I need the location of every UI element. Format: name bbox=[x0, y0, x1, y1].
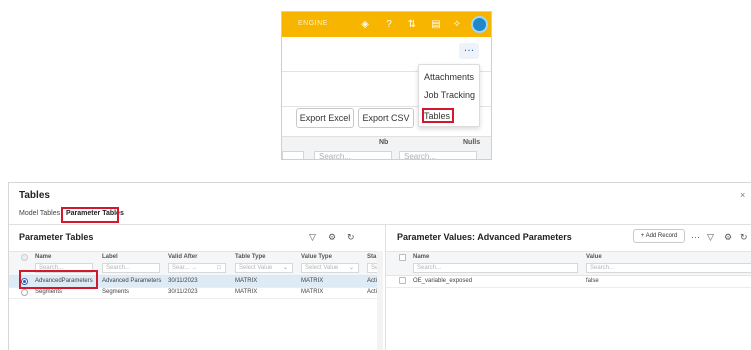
more-options-menu: Attachments Job Tracking Tables bbox=[418, 64, 480, 127]
row-radio[interactable] bbox=[21, 289, 28, 296]
menu-item-attachments[interactable]: Attachments bbox=[424, 72, 474, 82]
gear-icon[interactable]: ⚙ bbox=[724, 232, 732, 243]
search-input[interactable] bbox=[282, 151, 304, 159]
top-toolbar: ENGINE ◈ ? ⇅ ▤ ✧ bbox=[282, 12, 491, 37]
table-cell: Segments bbox=[35, 289, 63, 295]
table-cell: MATRIX bbox=[301, 278, 324, 284]
refresh-icon[interactable]: ↻ bbox=[347, 232, 355, 243]
table-cell: Segments bbox=[102, 289, 130, 295]
divider bbox=[386, 287, 751, 288]
tab-model-tables[interactable]: Model Tables bbox=[19, 210, 60, 217]
value-search-input[interactable]: Search... bbox=[586, 263, 751, 273]
table-cell: Acti bbox=[367, 289, 378, 295]
refresh-icon[interactable]: ↻ bbox=[740, 232, 748, 243]
more-options-button[interactable]: ··· bbox=[691, 232, 700, 242]
table-cell: false bbox=[586, 278, 599, 284]
tables-dialog: Tables × Model Tables Parameter Tables P… bbox=[8, 182, 751, 350]
highlight-box bbox=[422, 108, 454, 123]
valid-after-date-input[interactable]: Sear... → □ bbox=[168, 263, 226, 273]
column-header-label[interactable]: Label bbox=[102, 254, 118, 260]
filter-icon[interactable]: ▽ bbox=[309, 232, 316, 243]
help-icon[interactable]: ? bbox=[382, 18, 396, 32]
app-window-crop: ENGINE ◈ ? ⇅ ▤ ✧ … Export Excel Export C… bbox=[281, 11, 492, 160]
table-cell: MATRIX bbox=[235, 278, 258, 284]
panel-title-parameter-values: Parameter Values: Advanced Parameters bbox=[397, 232, 572, 242]
column-header-name[interactable]: Name bbox=[413, 254, 429, 260]
column-header-valid-after[interactable]: Valid After bbox=[168, 254, 197, 260]
gear-icon[interactable]: ⚙ bbox=[328, 232, 336, 243]
value-type-select[interactable]: Select Value ⌄ bbox=[301, 263, 359, 273]
sliders-icon[interactable]: ⇅ bbox=[405, 18, 419, 32]
table-cell: 30/11/2023 bbox=[168, 278, 198, 284]
avatar[interactable] bbox=[471, 16, 488, 33]
table-cell: 30/11/2023 bbox=[168, 289, 198, 295]
menu-item-job-tracking[interactable]: Job Tracking bbox=[424, 90, 475, 100]
scrollbar[interactable] bbox=[377, 251, 383, 350]
column-header-value[interactable]: Value bbox=[586, 254, 602, 260]
calendar-icon[interactable]: □ bbox=[217, 264, 221, 272]
column-header-status[interactable]: Sta bbox=[367, 254, 376, 260]
highlight-box bbox=[61, 207, 119, 223]
close-icon[interactable]: × bbox=[740, 190, 745, 200]
table-cell: MATRIX bbox=[235, 289, 258, 295]
table-cell: MATRIX bbox=[301, 289, 324, 295]
select-all-checkbox[interactable] bbox=[399, 254, 406, 261]
export-csv-button[interactable]: Export CSV bbox=[358, 108, 414, 128]
divider bbox=[9, 298, 377, 299]
label-search-input[interactable]: Search... bbox=[102, 263, 160, 273]
column-header-table-type[interactable]: Table Type bbox=[235, 254, 265, 260]
chevron-down-icon: ⌄ bbox=[348, 265, 354, 271]
dialog-title: Tables bbox=[19, 190, 50, 201]
panel-title-parameter-tables: Parameter Tables bbox=[19, 232, 94, 242]
column-header-value-type[interactable]: Value Type bbox=[301, 254, 332, 260]
table-cell: Advanced Parameters bbox=[102, 278, 162, 284]
row-checkbox[interactable] bbox=[399, 277, 406, 284]
search-input[interactable]: Search... bbox=[314, 151, 392, 159]
brand-logo: ENGINE bbox=[298, 20, 328, 27]
divider bbox=[9, 224, 751, 225]
chevron-down-icon: ⌄ bbox=[282, 265, 288, 271]
ellipsis-icon: … bbox=[463, 42, 475, 54]
more-options-button[interactable]: … bbox=[459, 43, 479, 59]
table-type-select[interactable]: Select Value ⌄ bbox=[235, 263, 293, 273]
column-header-nulls[interactable]: Nulls bbox=[463, 139, 480, 146]
column-header-name[interactable]: Name bbox=[35, 254, 51, 260]
database-icon[interactable]: ▤ bbox=[429, 18, 443, 32]
add-record-button[interactable]: + Add Record bbox=[633, 229, 685, 243]
select-all-radio bbox=[21, 254, 28, 261]
table-cell: Acti bbox=[367, 278, 378, 284]
tools-icon[interactable]: ✧ bbox=[450, 18, 464, 32]
filter-icon[interactable]: ▽ bbox=[707, 232, 714, 243]
bell-icon[interactable]: ◈ bbox=[358, 18, 372, 32]
highlight-box bbox=[19, 270, 98, 289]
name-search-input[interactable]: Search... bbox=[413, 263, 578, 273]
export-excel-button[interactable]: Export Excel bbox=[296, 108, 354, 128]
search-input[interactable]: Search... bbox=[399, 151, 477, 159]
column-header-nb[interactable]: Nb bbox=[379, 139, 388, 146]
table-cell: OE_variable_exposed bbox=[413, 278, 473, 284]
